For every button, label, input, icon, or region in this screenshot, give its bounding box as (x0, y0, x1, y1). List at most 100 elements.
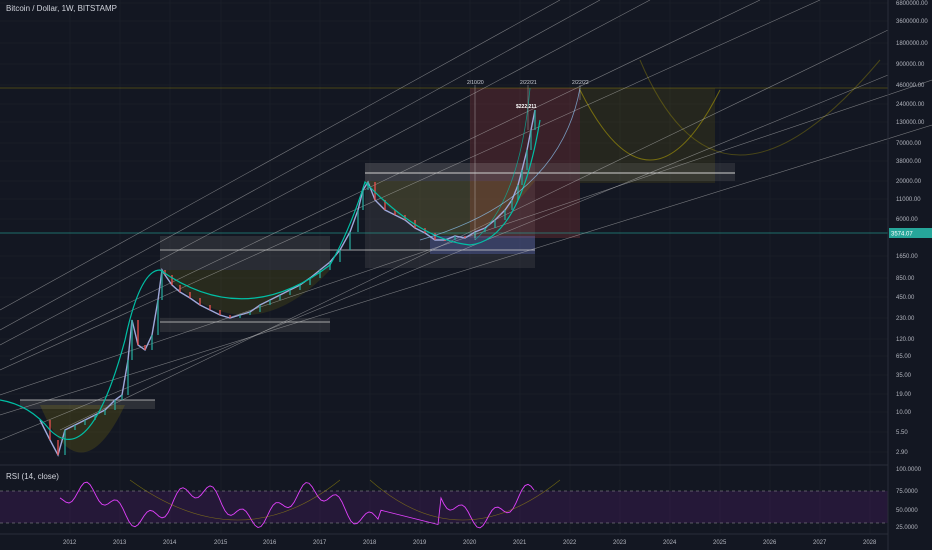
candle (249, 312, 251, 315)
rsi-tick-label: 75.0000 (896, 489, 918, 495)
candle (229, 315, 231, 318)
resistance-zone (365, 163, 735, 181)
candle (530, 130, 532, 150)
candle (104, 410, 106, 415)
price-tick-label: 240000.00 (896, 102, 925, 108)
candle (534, 110, 536, 130)
time-tick-label: 2022 (563, 540, 577, 546)
candle (454, 236, 456, 240)
chart-title: Bitcoin / Dollar, 1W, BITSTAMP (6, 4, 117, 13)
candle (269, 300, 271, 305)
time-tick-label: 2027 (813, 540, 827, 546)
candle (74, 425, 76, 430)
price-tick-label: 11000.00 (896, 197, 921, 203)
price-tick-label: 130000.00 (896, 120, 925, 126)
rsi-tick-label: 50.0000 (896, 508, 918, 514)
candle (279, 295, 281, 300)
price-tick-label: 20000.00 (896, 179, 922, 185)
candle (299, 285, 301, 290)
price-tick-label: 5.50 (896, 430, 908, 436)
time-tick-label: 2028 (863, 540, 877, 546)
price-chart[interactable]: 2/10/20 2/22/21 2/22/22 $222,211 6800000… (0, 0, 932, 550)
price-tick-label: 1650.00 (896, 254, 918, 260)
cycle-bowl-2015 (160, 270, 330, 315)
candle (171, 275, 173, 285)
price-tick-label: 35.00 (896, 373, 912, 379)
price-tick-label: 850.00 (896, 276, 915, 282)
time-tick-label: 2013 (113, 540, 127, 546)
candle (131, 320, 133, 360)
time-axis[interactable]: 2012 2013 2014 2015 2016 2017 2018 2019 2020 2021… (0, 533, 888, 546)
price-tick-label: 10.00 (896, 410, 912, 416)
candle (137, 320, 139, 345)
last-price-value: 3574.07 (891, 232, 913, 238)
candle (199, 298, 201, 305)
candle (464, 236, 466, 238)
price-tick-label: 460000.00 (896, 83, 925, 89)
time-tick-label: 2017 (313, 540, 327, 546)
candle (57, 440, 59, 455)
price-tick-label: 65.00 (896, 354, 912, 360)
candle (84, 420, 86, 425)
time-tick-label: 2014 (163, 540, 177, 546)
candle (521, 170, 523, 185)
range-box-2014 (160, 236, 330, 270)
candle (511, 200, 513, 210)
candle (362, 190, 364, 210)
candle (189, 292, 191, 298)
candle (157, 300, 159, 335)
price-tick-label: 70000.00 (896, 141, 922, 147)
target-price-label: $222,211 (516, 104, 537, 110)
candle (127, 360, 129, 395)
price-tick-label: 19.00 (896, 392, 912, 398)
date-label-3: 2/22/22 (572, 80, 589, 86)
price-tick-label: 900000.00 (896, 62, 925, 68)
time-tick-label: 2018 (363, 540, 377, 546)
time-tick-label: 2024 (663, 540, 677, 546)
rsi-tick-label: 25.0000 (896, 525, 918, 531)
price-tick-label: 38000.00 (896, 159, 922, 165)
accumulation-box-blue (430, 236, 535, 254)
candle (64, 430, 66, 455)
price-tick-label: 450.00 (896, 295, 915, 301)
time-tick-label: 2023 (613, 540, 627, 546)
time-tick-label: 2025 (713, 540, 727, 546)
candle (209, 305, 211, 310)
candle (239, 315, 241, 318)
candle (349, 232, 351, 250)
time-tick-label: 2016 (263, 540, 277, 546)
candle (161, 270, 163, 300)
time-tick-label: 2020 (463, 540, 477, 546)
time-tick-label: 2019 (413, 540, 427, 546)
candle (504, 210, 506, 220)
price-tick-label: 1800000.00 (896, 41, 928, 47)
candle (114, 400, 116, 410)
price-tick-label: 6800000.00 (896, 1, 928, 7)
candle (494, 220, 496, 228)
candle (259, 305, 261, 312)
time-tick-label: 2012 (63, 540, 77, 546)
candle (444, 240, 446, 241)
price-tick-label: 230.00 (896, 316, 915, 322)
time-tick-label: 2026 (763, 540, 777, 546)
price-tick-label: 3600000.00 (896, 19, 928, 25)
candle (526, 150, 528, 170)
time-tick-label: 2015 (214, 540, 228, 546)
candle (151, 335, 153, 350)
candle (434, 233, 436, 240)
rsi-tick-label: 100.0000 (896, 467, 922, 473)
rsi-axis[interactable]: 100.0000 75.0000 50.0000 25.0000 (896, 467, 922, 531)
candle (144, 345, 146, 350)
date-label-1: 2/10/20 (467, 80, 484, 86)
candle (339, 250, 341, 262)
date-label-2: 2/22/21 (520, 80, 537, 86)
candle (357, 210, 359, 232)
candle (289, 290, 291, 295)
time-tick-label: 2021 (513, 540, 527, 546)
candle (219, 310, 221, 315)
candle (121, 395, 123, 400)
rsi-indicator-label: RSI (14, close) (6, 472, 59, 481)
price-tick-label: 2.90 (896, 450, 908, 456)
price-tick-label: 6000.00 (896, 217, 918, 223)
price-tick-label: 120.00 (896, 337, 915, 343)
